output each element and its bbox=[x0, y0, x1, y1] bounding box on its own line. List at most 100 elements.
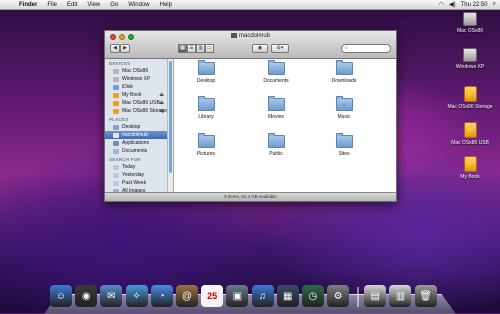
hard-drive-icon bbox=[463, 48, 477, 62]
sidebar-item-mac-osx86-storage[interactable]: Mac OSx86 Storage ⏏ bbox=[105, 107, 173, 115]
forward-button[interactable]: ▶ bbox=[120, 43, 130, 53]
folder-library[interactable]: Library bbox=[186, 96, 226, 120]
folder-label: Downloads bbox=[331, 78, 357, 84]
sidebar-item-my-book[interactable]: My Book ⏏ bbox=[105, 91, 173, 99]
dock: ☺ ◉ ✉ ✧ ◔ @25 ▣ ♫ ▦ ◷ ⚙ ▤ ▥ 🗑 bbox=[50, 281, 460, 307]
documents-stack-dock-icon[interactable]: ▤ bbox=[364, 285, 387, 307]
coverflow-view-button[interactable]: ▭ bbox=[205, 43, 214, 53]
finder-dock-icon[interactable]: ☺ bbox=[50, 285, 72, 307]
iphoto-dock-icon[interactable]: ▣ bbox=[226, 285, 249, 307]
mail-dock-icon[interactable]: ✉ bbox=[100, 285, 123, 307]
sidebar-item-label: Documents bbox=[122, 148, 148, 154]
itunes-dock-icon[interactable]: ♫ bbox=[251, 285, 274, 307]
downloads-folder-icon: ↓ bbox=[335, 60, 353, 75]
menu-edit[interactable]: Edit bbox=[62, 2, 82, 8]
ical-dock-icon[interactable]: 25 bbox=[201, 285, 224, 307]
sidebar-item-windows-xp[interactable]: Windows XP bbox=[105, 75, 173, 83]
folder-label: Desktop bbox=[196, 78, 216, 84]
sidebar-item-label: Today bbox=[122, 164, 136, 170]
sidebar-scrollbar[interactable] bbox=[167, 59, 173, 192]
sidebar-item-applications[interactable]: Applications bbox=[105, 139, 173, 147]
desktop-icon-my-book[interactable]: My Book bbox=[441, 156, 499, 180]
folder-label: Pictures bbox=[196, 151, 216, 157]
menu-help[interactable]: Help bbox=[155, 2, 177, 8]
sidebar-item-documents[interactable]: Documents bbox=[105, 147, 173, 155]
sidebar-item-today[interactable]: Today bbox=[105, 163, 173, 171]
sidebar-item-label: My Book bbox=[122, 92, 142, 98]
menu-go[interactable]: Go bbox=[105, 2, 123, 8]
clock-icon bbox=[113, 180, 119, 186]
folder-sites[interactable]: Sites bbox=[324, 133, 364, 157]
spotlight-icon[interactable]: ⌕ bbox=[493, 1, 496, 8]
menu-file[interactable]: File bbox=[42, 2, 62, 8]
folder-desktop[interactable]: Desktop bbox=[186, 60, 226, 84]
downloads-stack-dock-icon[interactable]: ▥ bbox=[389, 285, 412, 307]
folder-label: Movies bbox=[268, 114, 284, 120]
spaces-dock-icon[interactable]: ▦ bbox=[276, 285, 299, 307]
external-drive-icon bbox=[113, 100, 119, 106]
address-book-dock-icon[interactable]: @ bbox=[175, 285, 198, 307]
home-icon bbox=[113, 132, 119, 138]
folder-label: Public bbox=[269, 151, 283, 157]
window-titlebar[interactable]: macdolmub ◀ ▶ ▦ ☰ ▥ ▭ ◉ ⚙▾ ⌕ bbox=[105, 31, 396, 59]
back-button[interactable]: ◀ bbox=[110, 43, 120, 53]
volume-icon[interactable]: ◀) bbox=[449, 1, 456, 8]
search-field[interactable]: ⌕ bbox=[341, 43, 391, 53]
folder-pictures[interactable]: Pictures bbox=[186, 133, 226, 157]
dashboard-dock-icon[interactable]: ◉ bbox=[75, 285, 98, 307]
desktop-icon-label: My Book bbox=[460, 174, 480, 180]
menu-app-finder[interactable]: Finder bbox=[14, 2, 42, 8]
action-menu-button[interactable]: ⚙▾ bbox=[271, 43, 289, 53]
external-drive-icon bbox=[113, 108, 119, 114]
menu-view[interactable]: View bbox=[82, 2, 105, 8]
time-machine-dock-icon[interactable]: ◷ bbox=[301, 285, 324, 307]
sidebar-item-yesterday[interactable]: Yesterday bbox=[105, 171, 173, 179]
icon-view-button[interactable]: ▦ bbox=[178, 43, 187, 53]
menu-clock[interactable]: Thu 22:50 bbox=[461, 2, 488, 8]
desktop-icon-mac-osx86-usb[interactable]: Mac OSx86 USB bbox=[441, 122, 499, 146]
desktop-icon-label: Mac OSx86 bbox=[456, 28, 484, 34]
sidebar-header-search: SEARCH FOR bbox=[109, 157, 141, 162]
clock-icon bbox=[113, 172, 119, 178]
search-icon: ⌕ bbox=[345, 45, 348, 51]
sidebar-item-label: Mac OSx86 USB bbox=[122, 100, 160, 106]
column-view-button[interactable]: ▥ bbox=[196, 43, 205, 53]
status-bar: 9 items, 91.4 GB available bbox=[105, 192, 396, 201]
external-drive-icon bbox=[463, 122, 477, 138]
list-view-button[interactable]: ☰ bbox=[187, 43, 196, 53]
folder-downloads[interactable]: ↓ Downloads bbox=[324, 60, 364, 84]
sidebar-item-desktop[interactable]: Desktop bbox=[105, 123, 173, 131]
sidebar-item-label: Desktop bbox=[122, 124, 141, 130]
pictures-folder-icon bbox=[197, 133, 215, 148]
sidebar-item-macdolmub[interactable]: macdolmub bbox=[105, 131, 173, 139]
menu-window[interactable]: Window bbox=[123, 2, 154, 8]
hdd-icon bbox=[113, 76, 119, 82]
folder-public[interactable]: Public bbox=[256, 133, 296, 157]
desktop-icon-mac-osx86[interactable]: Mac OSx86 bbox=[441, 12, 499, 34]
sidebar-item-mac-osx86[interactable]: Mac OSx86 bbox=[105, 67, 173, 75]
safari-dock-icon[interactable]: ✧ bbox=[125, 285, 148, 307]
folder-movies[interactable]: Movies bbox=[256, 96, 296, 120]
desktop-icon-windows-xp[interactable]: Windows XP bbox=[441, 48, 499, 70]
eject-icon[interactable]: ⏏ bbox=[159, 92, 164, 98]
external-drive-icon bbox=[113, 92, 119, 98]
system-preferences-dock-icon[interactable]: ⚙ bbox=[327, 285, 350, 307]
sidebar-item-past-week[interactable]: Past Week bbox=[105, 179, 173, 187]
quick-look-button[interactable]: ◉ bbox=[252, 43, 268, 53]
sidebar-item-mac-osx86-usb[interactable]: Mac OSx86 USB ⏏ bbox=[105, 99, 173, 107]
external-drive-icon bbox=[463, 86, 477, 102]
eject-icon[interactable]: ⏏ bbox=[159, 100, 164, 106]
desktop-icon-mac-osx86-storage[interactable]: Mac OSx86 Storage bbox=[441, 86, 499, 110]
eject-icon[interactable]: ⏏ bbox=[159, 108, 164, 114]
folder-music[interactable]: ♪ Music bbox=[324, 96, 364, 120]
folder-label: Documents bbox=[263, 78, 289, 84]
clock-icon bbox=[113, 164, 119, 170]
folder-documents[interactable]: Documents bbox=[256, 60, 296, 84]
ichat-dock-icon[interactable]: ◔ bbox=[150, 285, 173, 307]
external-drive-icon bbox=[463, 156, 477, 172]
trash-dock-icon[interactable]: 🗑 bbox=[414, 285, 437, 307]
applications-icon bbox=[113, 140, 119, 146]
sidebar-header-devices: DEVICES bbox=[109, 61, 131, 66]
wifi-icon[interactable]: ◠ bbox=[439, 1, 444, 8]
sidebar-item-idisk[interactable]: iDisk bbox=[105, 83, 173, 91]
